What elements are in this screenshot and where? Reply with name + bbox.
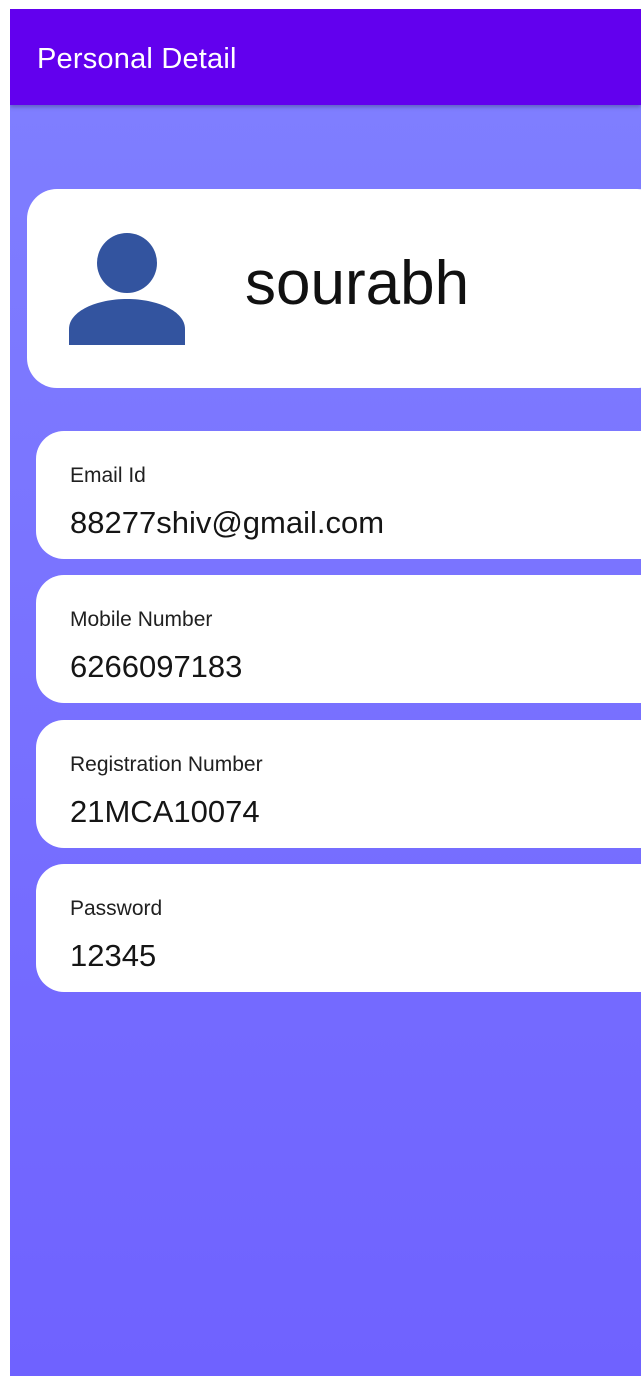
password-value: 12345 <box>70 938 157 973</box>
password-label: Password <box>70 897 163 920</box>
mobile-card: Mobile Number 6266097183 <box>36 575 641 703</box>
app-bar-title: Personal Detail <box>37 43 237 75</box>
profile-card: sourabh <box>27 189 641 388</box>
mobile-label: Mobile Number <box>70 608 213 631</box>
email-value: 88277shiv@gmail.com <box>70 505 385 540</box>
app-bar: Personal Detail <box>10 9 641 105</box>
email-card: Email Id 88277shiv@gmail.com <box>36 431 641 559</box>
registration-card: Registration Number 21MCA10074 <box>36 720 641 848</box>
person-icon <box>69 233 185 345</box>
email-label: Email Id <box>70 464 146 487</box>
registration-value: 21MCA10074 <box>70 794 260 829</box>
password-card: Password 12345 <box>36 864 641 992</box>
app-screen: Personal Detail sourabh Email Id 88277sh… <box>10 9 641 1376</box>
registration-label: Registration Number <box>70 753 263 776</box>
mobile-value: 6266097183 <box>70 649 243 684</box>
profile-name: sourabh <box>245 249 470 318</box>
